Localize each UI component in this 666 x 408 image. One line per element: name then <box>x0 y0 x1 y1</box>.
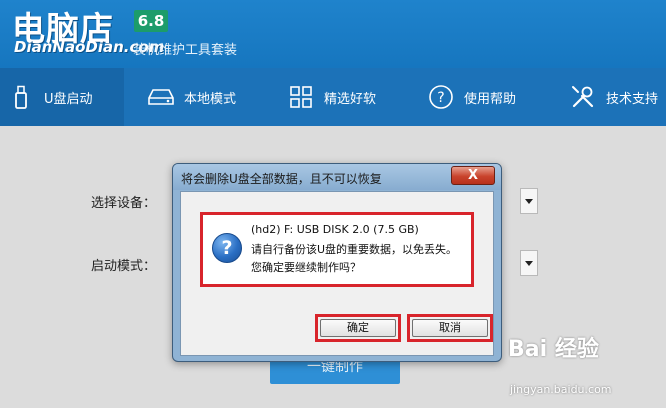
cancel-button[interactable]: 取消 <box>412 319 488 337</box>
app-header: 电脑店 DianNaoDian.com 6.8 装机维护工具套装 <box>0 0 666 68</box>
mode-label: 启动模式： <box>91 259 157 274</box>
dialog-body: ? (hd2) F: USB DISK 2.0 (7.5 GB) 请自行备份该U… <box>180 191 494 356</box>
nav-item-local-mode[interactable]: 本地模式 <box>124 68 256 126</box>
close-button[interactable]: X <box>451 166 495 185</box>
chevron-down-icon <box>525 198 533 204</box>
version-badge: 6.8 <box>134 10 168 32</box>
nav-item-label: 本地模式 <box>184 91 237 107</box>
main-nav: U盘启动 本地模式 精选好软 ? 使用帮助 技术支持 <box>0 68 666 126</box>
nav-item-label: 技术支持 <box>606 91 659 107</box>
dialog-titlebar[interactable]: 将会删除U盘全部数据，且不可以恢复 X <box>173 164 501 190</box>
question-icon: ? <box>212 233 242 263</box>
device-label: 选择设备： <box>91 196 157 211</box>
message-warning: 请自行备份该U盘的重要数据，以免丢失。 <box>251 243 458 256</box>
baidu-jingyan-watermark: Bai 经验 jingyan.baidu.com <box>506 331 666 408</box>
close-icon: X <box>467 168 479 183</box>
svg-text:?: ? <box>437 90 444 106</box>
nav-item-label: 使用帮助 <box>464 91 517 107</box>
help-circle-icon: ? <box>428 84 454 110</box>
ok-button[interactable]: 确定 <box>320 319 396 337</box>
nav-item-label: 精选好软 <box>324 91 377 107</box>
device-select-dropdown[interactable] <box>520 188 538 214</box>
tools-icon <box>570 84 596 110</box>
hard-disk-icon <box>148 84 174 110</box>
confirm-dialog: 将会删除U盘全部数据，且不可以恢复 X ? (hd2) F: USB DISK … <box>172 163 502 362</box>
usb-drive-icon <box>8 84 34 110</box>
chevron-down-icon <box>525 260 533 266</box>
app-tagline: 装机维护工具套装 <box>133 43 238 58</box>
nav-item-label: U盘启动 <box>44 91 93 107</box>
message-device: (hd2) F: USB DISK 2.0 (7.5 GB) <box>251 223 419 236</box>
message-highlight: ? (hd2) F: USB DISK 2.0 (7.5 GB) 请自行备份该U… <box>200 212 474 287</box>
nav-item-usb-boot[interactable]: U盘启动 <box>0 68 124 126</box>
nav-item-help[interactable]: ? 使用帮助 <box>396 68 536 126</box>
app-grid-icon <box>288 84 314 110</box>
nav-item-support[interactable]: 技术支持 <box>536 68 666 126</box>
dialog-title: 将会删除U盘全部数据，且不可以恢复 <box>181 172 382 186</box>
mode-select-dropdown[interactable] <box>520 250 538 276</box>
watermark-brand: Bai 经验 <box>508 337 599 362</box>
cancel-button-highlight: 取消 <box>407 314 493 342</box>
watermark-url: jingyan.baidu.com <box>510 383 612 396</box>
nav-item-software[interactable]: 精选好软 <box>256 68 396 126</box>
message-confirm: 您确定要继续制作吗？ <box>251 261 361 274</box>
ok-button-highlight: 确定 <box>315 314 401 342</box>
